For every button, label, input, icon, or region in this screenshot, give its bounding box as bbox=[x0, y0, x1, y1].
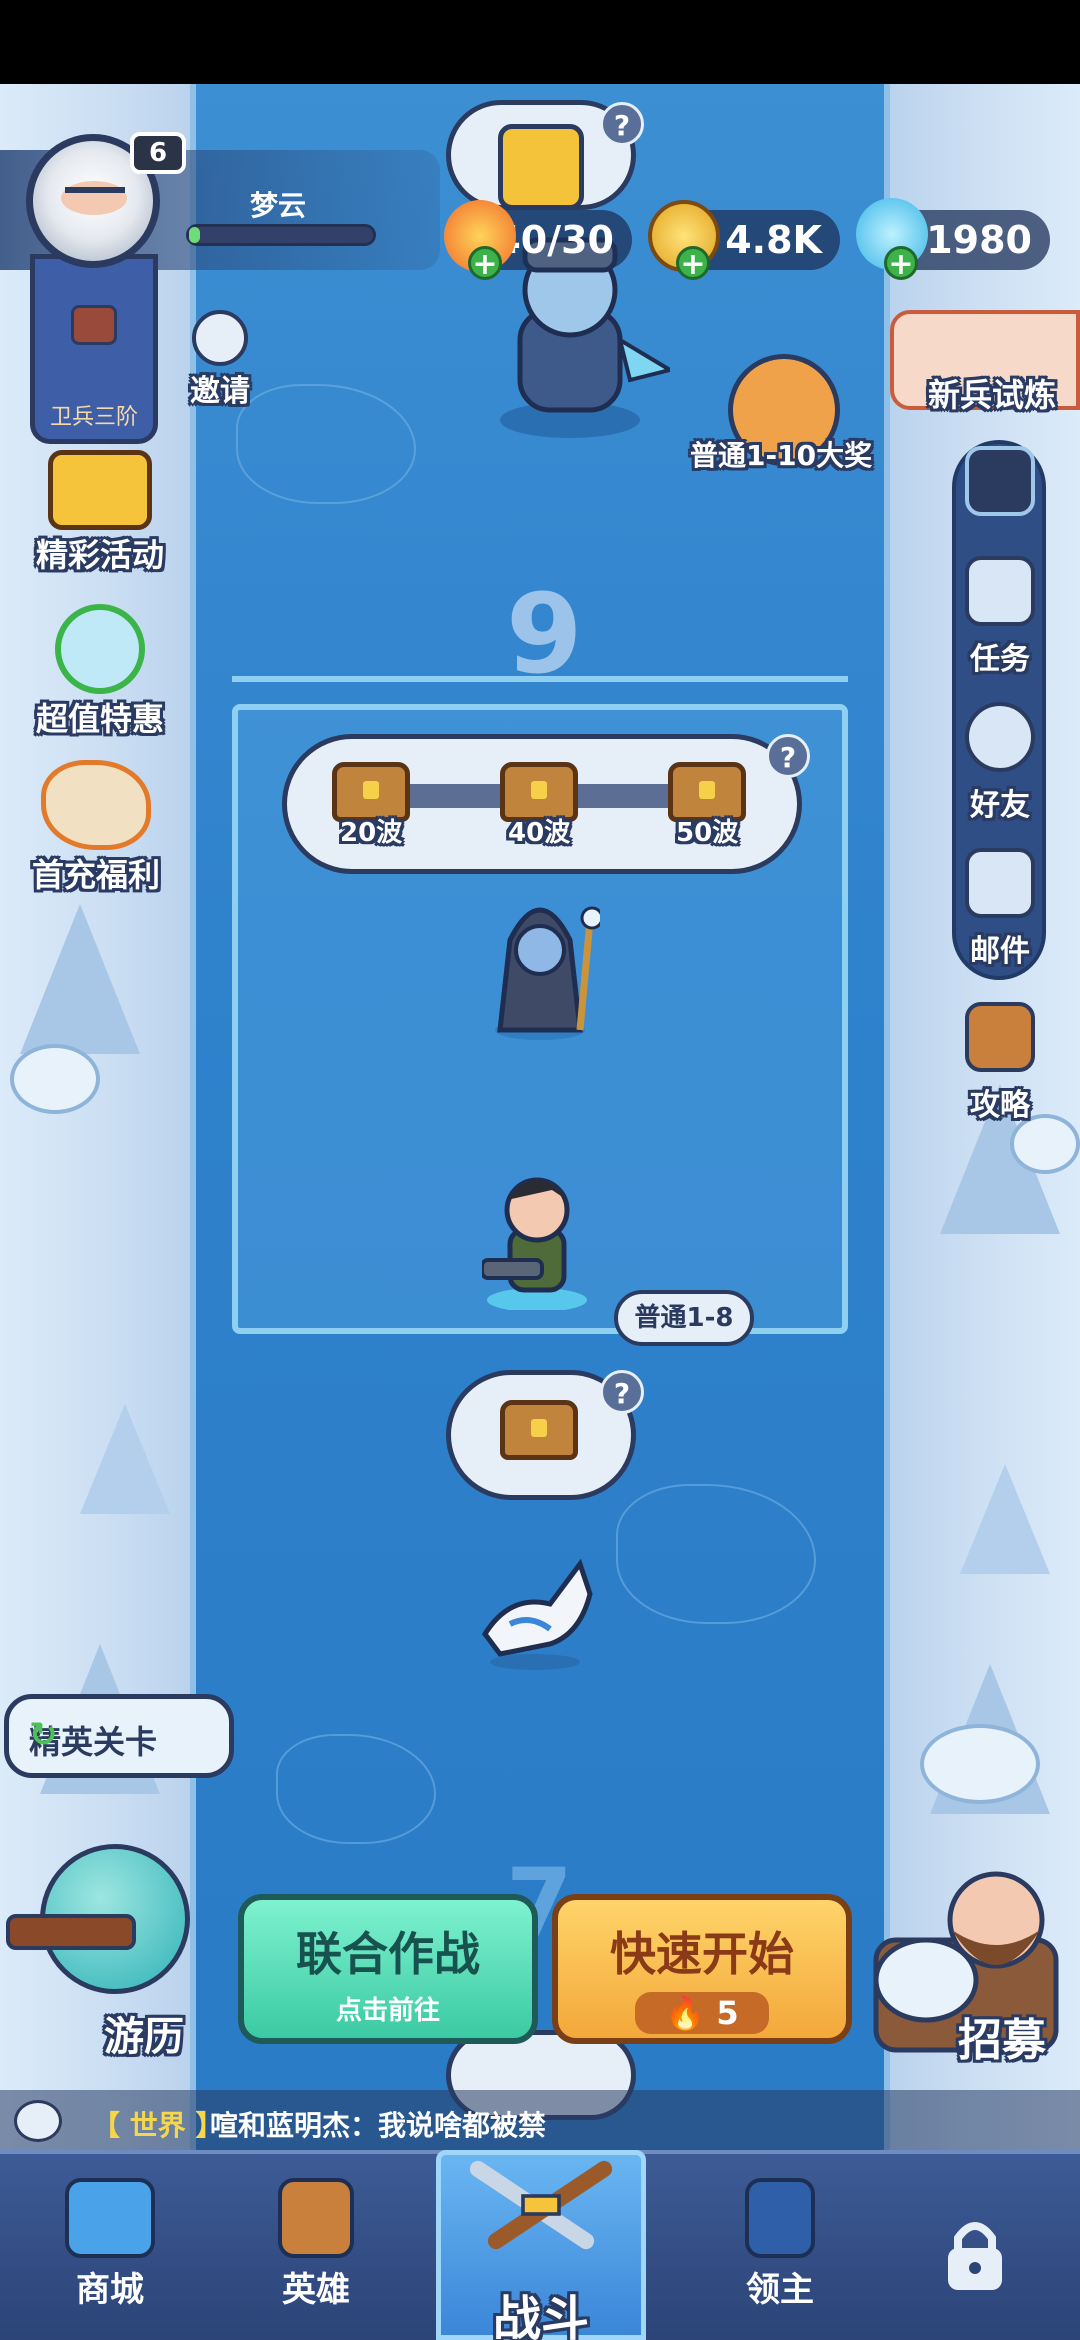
coop-battle-subtitle: 点击前往 bbox=[335, 1996, 440, 2026]
banner-crown-icon bbox=[745, 2178, 815, 2258]
floor-help-icon[interactable]: ? bbox=[600, 1370, 644, 1414]
wave-chest-label: 50波 bbox=[676, 818, 739, 848]
crossed-weapons-icon bbox=[469, 2160, 613, 2250]
snow-tree bbox=[80, 1404, 170, 1514]
menu-icon bbox=[965, 446, 1035, 516]
nav-shop[interactable]: 商城 bbox=[20, 2166, 200, 2326]
shop-chest-icon bbox=[65, 2178, 155, 2258]
coop-battle-title: 联合作战 bbox=[296, 1927, 480, 1981]
avatar-glasses bbox=[65, 187, 125, 203]
snow-tree bbox=[20, 904, 140, 1054]
mail-button[interactable]: 邮件 bbox=[940, 848, 1060, 970]
friends-label: 好友 bbox=[970, 788, 1030, 823]
prize-label: 普通1-10大奖 bbox=[690, 439, 873, 472]
ice-crack bbox=[276, 1734, 436, 1844]
fire-bird-icon bbox=[41, 760, 151, 850]
deals-label: 超值特惠 bbox=[35, 700, 164, 738]
floor-divider bbox=[232, 676, 848, 682]
rank-emblem-icon bbox=[71, 305, 117, 345]
events-label: 精彩活动 bbox=[35, 536, 164, 574]
penguin-invite-icon bbox=[192, 310, 248, 366]
help-icon[interactable]: ? bbox=[600, 102, 644, 146]
chat-bubble-icon[interactable] bbox=[14, 2100, 62, 2142]
key-icon bbox=[498, 124, 584, 210]
recruit-label: 招募 bbox=[958, 2015, 1046, 2066]
first-recharge-button[interactable]: 首充福利 bbox=[16, 760, 176, 896]
friends-button[interactable]: 好友 bbox=[940, 702, 1060, 824]
xp-bar-fill bbox=[189, 227, 201, 243]
ice-wolf-character bbox=[481, 1558, 593, 1670]
hero-card-icon bbox=[278, 2178, 354, 2258]
guide-button[interactable]: 攻略 bbox=[940, 1002, 1060, 1124]
player-name: 梦云 bbox=[250, 189, 307, 222]
trial-label: 新兵试炼 bbox=[928, 376, 1057, 414]
balloon-basket bbox=[6, 1914, 136, 1950]
level-badge: 6 bbox=[130, 132, 186, 174]
add-gold-button[interactable]: + bbox=[676, 246, 710, 281]
xp-bar bbox=[186, 224, 376, 246]
quick-start-cost-value: 5 bbox=[716, 1994, 739, 2032]
treasure-box-icon bbox=[48, 450, 152, 530]
ice-crack bbox=[616, 1484, 816, 1624]
quick-start-cost: 🔥 5 bbox=[635, 1992, 769, 2034]
events-button[interactable]: 精彩活动 bbox=[20, 450, 180, 576]
coop-battle-button[interactable]: 联合作战 点击前往 bbox=[238, 1894, 538, 2044]
guide-label: 攻略 bbox=[970, 1088, 1030, 1123]
nav-lord-label: 领主 bbox=[746, 2270, 814, 2310]
hooded-mage-enemy bbox=[495, 906, 600, 1040]
clipboard-icon bbox=[965, 556, 1035, 626]
snow-tree bbox=[960, 1464, 1050, 1574]
add-gem-button[interactable]: + bbox=[884, 246, 918, 281]
wave-chest-label: 40波 bbox=[508, 818, 571, 848]
nav-lord[interactable]: 领主 bbox=[690, 2166, 870, 2326]
guide-book-icon bbox=[965, 1002, 1035, 1072]
deals-button[interactable]: 超值特惠 bbox=[20, 604, 180, 740]
invite-button[interactable]: 邀请 bbox=[180, 310, 260, 410]
hamburger-menu-button[interactable] bbox=[940, 446, 1060, 524]
stage-tag: 普通1-8 bbox=[614, 1290, 754, 1346]
refresh-icon: ↻ bbox=[29, 1715, 58, 1755]
snow-mound bbox=[10, 1044, 100, 1114]
stopwatch-icon bbox=[55, 604, 145, 694]
hero-gunner-character bbox=[482, 1177, 587, 1310]
nav-battle-label: 战斗 bbox=[492, 2291, 589, 2340]
quick-start-title: 快速开始 bbox=[610, 1927, 794, 1981]
ice-crack bbox=[236, 384, 416, 504]
reward-help-icon[interactable]: ? bbox=[766, 734, 810, 778]
first-recharge-label: 首充福利 bbox=[31, 856, 160, 894]
chat-channel: 【 世界 】 bbox=[92, 2109, 224, 2142]
rank-label: 卫兵三阶 bbox=[49, 405, 138, 430]
flame-icon: 🔥 bbox=[665, 1994, 706, 2032]
travel-label: 游历 bbox=[104, 2014, 184, 2060]
nav-battle[interactable]: 战斗 bbox=[436, 2150, 646, 2340]
lock-icon[interactable] bbox=[940, 2214, 1010, 2294]
friends-icon bbox=[965, 702, 1035, 772]
quick-start-button[interactable]: 快速开始 🔥 5 bbox=[552, 1894, 852, 2044]
tasks-label: 任务 bbox=[970, 642, 1030, 677]
wave-chest-label: 20波 bbox=[340, 818, 403, 848]
add-stamina-button[interactable]: + bbox=[468, 246, 502, 281]
floor-chest bbox=[500, 1400, 578, 1460]
rank-banner[interactable]: 卫兵三阶 bbox=[30, 254, 158, 444]
nav-heroes-label: 英雄 bbox=[282, 2270, 350, 2310]
nav-heroes[interactable]: 英雄 bbox=[226, 2166, 406, 2326]
chat-message: 喧和蓝明杰：我说啥都被禁 bbox=[210, 2109, 547, 2142]
mail-label: 邮件 bbox=[970, 934, 1030, 969]
tasks-button[interactable]: 任务 bbox=[940, 556, 1060, 678]
envelope-icon bbox=[965, 848, 1035, 918]
elite-stages-button[interactable]: 精英关卡 ↻ bbox=[4, 1694, 234, 1778]
nav-shop-label: 商城 bbox=[76, 2270, 144, 2310]
snow-mound bbox=[920, 1724, 1040, 1804]
invite-label: 邀请 bbox=[190, 374, 250, 409]
